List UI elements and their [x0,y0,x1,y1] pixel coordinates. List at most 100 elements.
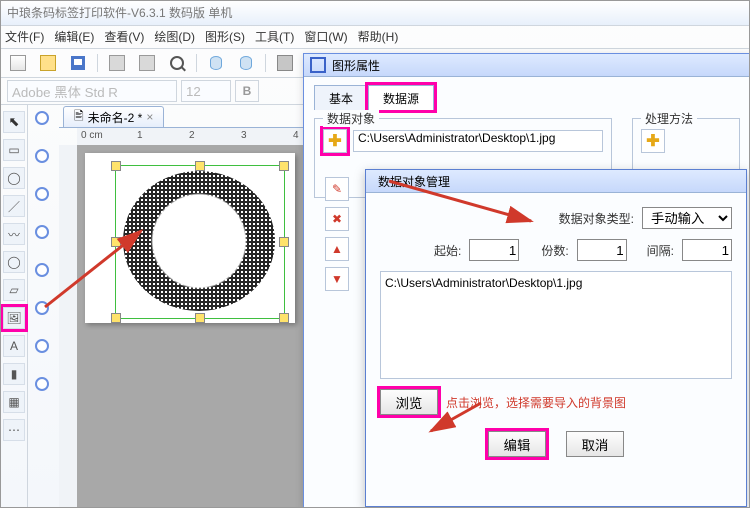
print-icon [139,55,155,71]
close-icon[interactable]: × [146,110,153,124]
dialog-titlebar[interactable]: 数据对象管理 [366,170,746,193]
move-up-button[interactable]: ▲ [325,237,349,261]
selection-box[interactable] [115,165,285,319]
copies-input[interactable] [577,239,627,261]
dialog-title: 数据对象管理 [378,173,450,190]
resize-handle[interactable] [279,161,289,171]
image-tool[interactable]: 🖼 [3,307,25,329]
resize-handle[interactable] [195,161,205,171]
menu-view[interactable]: 查看(V) [104,26,144,48]
print2-button[interactable] [136,52,158,74]
copies-label: 份数: [541,242,568,259]
document-tab[interactable]: 🖹 未命名-2 * × [63,106,164,127]
toolbar-separator [97,54,98,72]
start-input[interactable] [469,239,519,261]
shape-icon [310,57,326,73]
gutter-dot [35,225,49,239]
app-button[interactable] [274,52,296,74]
gutter-dot [35,149,49,163]
rect-tool[interactable]: ▭ [3,139,25,161]
add-data-object-button[interactable]: ✚ [323,129,347,153]
gap-label: 间隔: [647,242,674,259]
gutter-dot [35,339,49,353]
edit-object-button[interactable]: ✎ [325,177,349,201]
panel-titlebar[interactable]: 图形属性 [304,54,750,77]
save-button[interactable] [67,52,89,74]
zoom-icon [170,56,184,70]
left-toolbox: ⬉ ▭ ◯ ／ 〰 ◯ ▱ 🖼 A ▮ ▦ ⋯ [1,105,28,508]
print-button[interactable] [106,52,128,74]
menu-tool[interactable]: 工具(T) [255,26,294,48]
tab-basic[interactable]: 基本 [314,85,368,110]
document-tab-title: 未命名-2 * [88,109,143,126]
edit-ok-button[interactable]: 编辑 [488,431,546,457]
curve-tool[interactable]: 〰 [3,223,25,245]
menu-file[interactable]: 文件(F) [5,26,44,48]
cancel-button[interactable]: 取消 [566,431,624,457]
menu-shape[interactable]: 图形(S) [205,26,245,48]
text-tool[interactable]: A [3,335,25,357]
qrcode-tool[interactable]: ▦ [3,391,25,413]
ruler-mark: 3 [241,130,247,141]
db2-button[interactable] [235,52,257,74]
resize-handle[interactable] [111,313,121,323]
ruler-mark: 0 cm [81,130,103,141]
resize-handle[interactable] [279,313,289,323]
zoom-button[interactable] [166,52,188,74]
toolbar-separator [265,54,266,72]
dialog-body: 数据对象类型: 手动输入 起始: 份数: 间隔: C:\Users\Admini… [366,193,746,477]
panel-tabs: 基本 数据源 [304,77,750,110]
ellipse-tool[interactable]: ◯ [3,251,25,273]
path-textarea[interactable]: C:\Users\Administrator\Desktop\1.jpg [380,271,732,379]
label-page[interactable] [85,153,295,323]
print-icon [109,55,125,71]
gap-input[interactable] [682,239,732,261]
delete-object-button[interactable]: ✖ [325,207,349,231]
resize-handle[interactable] [111,161,121,171]
resize-handle[interactable] [111,237,121,247]
ruler-mark: 1 [137,130,143,141]
ruler-mark: 2 [189,130,195,141]
resize-handle[interactable] [195,313,205,323]
start-label: 起始: [434,242,461,259]
group-title: 处理方法 [641,110,697,127]
toolbar-separator [196,54,197,72]
menu-help[interactable]: 帮助(H) [358,26,399,48]
resize-handle[interactable] [279,237,289,247]
window-title: 中琅条码标签打印软件-V6.3.1 数码版 单机 [7,6,232,20]
new-icon [10,55,26,71]
gutter-dot [35,377,49,391]
data-object-dialog: 数据对象管理 数据对象类型: 手动输入 起始: 份数: 间隔: C:\Users… [365,169,747,507]
barcode-tool[interactable]: ▮ [3,363,25,385]
folder-icon [40,55,56,71]
menu-bar: 文件(F) 编辑(E) 查看(V) 绘图(D) 图形(S) 工具(T) 窗口(W… [1,26,749,49]
menu-edit[interactable]: 编辑(E) [54,26,94,48]
open-button[interactable] [37,52,59,74]
browse-note: 点击浏览，选择需要导入的背景图 [446,394,626,411]
left-gutter [31,105,53,508]
menu-draw[interactable]: 绘图(D) [154,26,195,48]
database-icon [240,56,252,70]
tab-data-source[interactable]: 数据源 [368,85,434,110]
pointer-tool[interactable]: ⬉ [3,111,25,133]
move-down-button[interactable]: ▼ [325,267,349,291]
add-method-button[interactable]: ✚ [641,129,665,153]
font-name-input[interactable] [7,80,177,102]
menu-window[interactable]: 窗口(W) [304,26,347,48]
more-tool[interactable]: ⋯ [3,419,25,441]
poly-tool[interactable]: ▱ [3,279,25,301]
font-size-input[interactable] [181,80,231,102]
type-label: 数据对象类型: [559,210,634,227]
db-button[interactable] [205,52,227,74]
line-tool[interactable]: ／ [3,195,25,217]
data-object-path[interactable]: C:\Users\Administrator\Desktop\1.jpg [353,130,603,152]
browse-button[interactable]: 浏览 [380,389,438,415]
pointer-icon: ⬉ [9,114,20,130]
bold-button[interactable]: B [235,80,259,102]
gutter-dot [35,263,49,277]
round-tool[interactable]: ◯ [3,167,25,189]
type-select[interactable]: 手动输入 [642,207,732,229]
database-icon [210,56,222,70]
new-button[interactable] [7,52,29,74]
app-icon [277,55,293,71]
